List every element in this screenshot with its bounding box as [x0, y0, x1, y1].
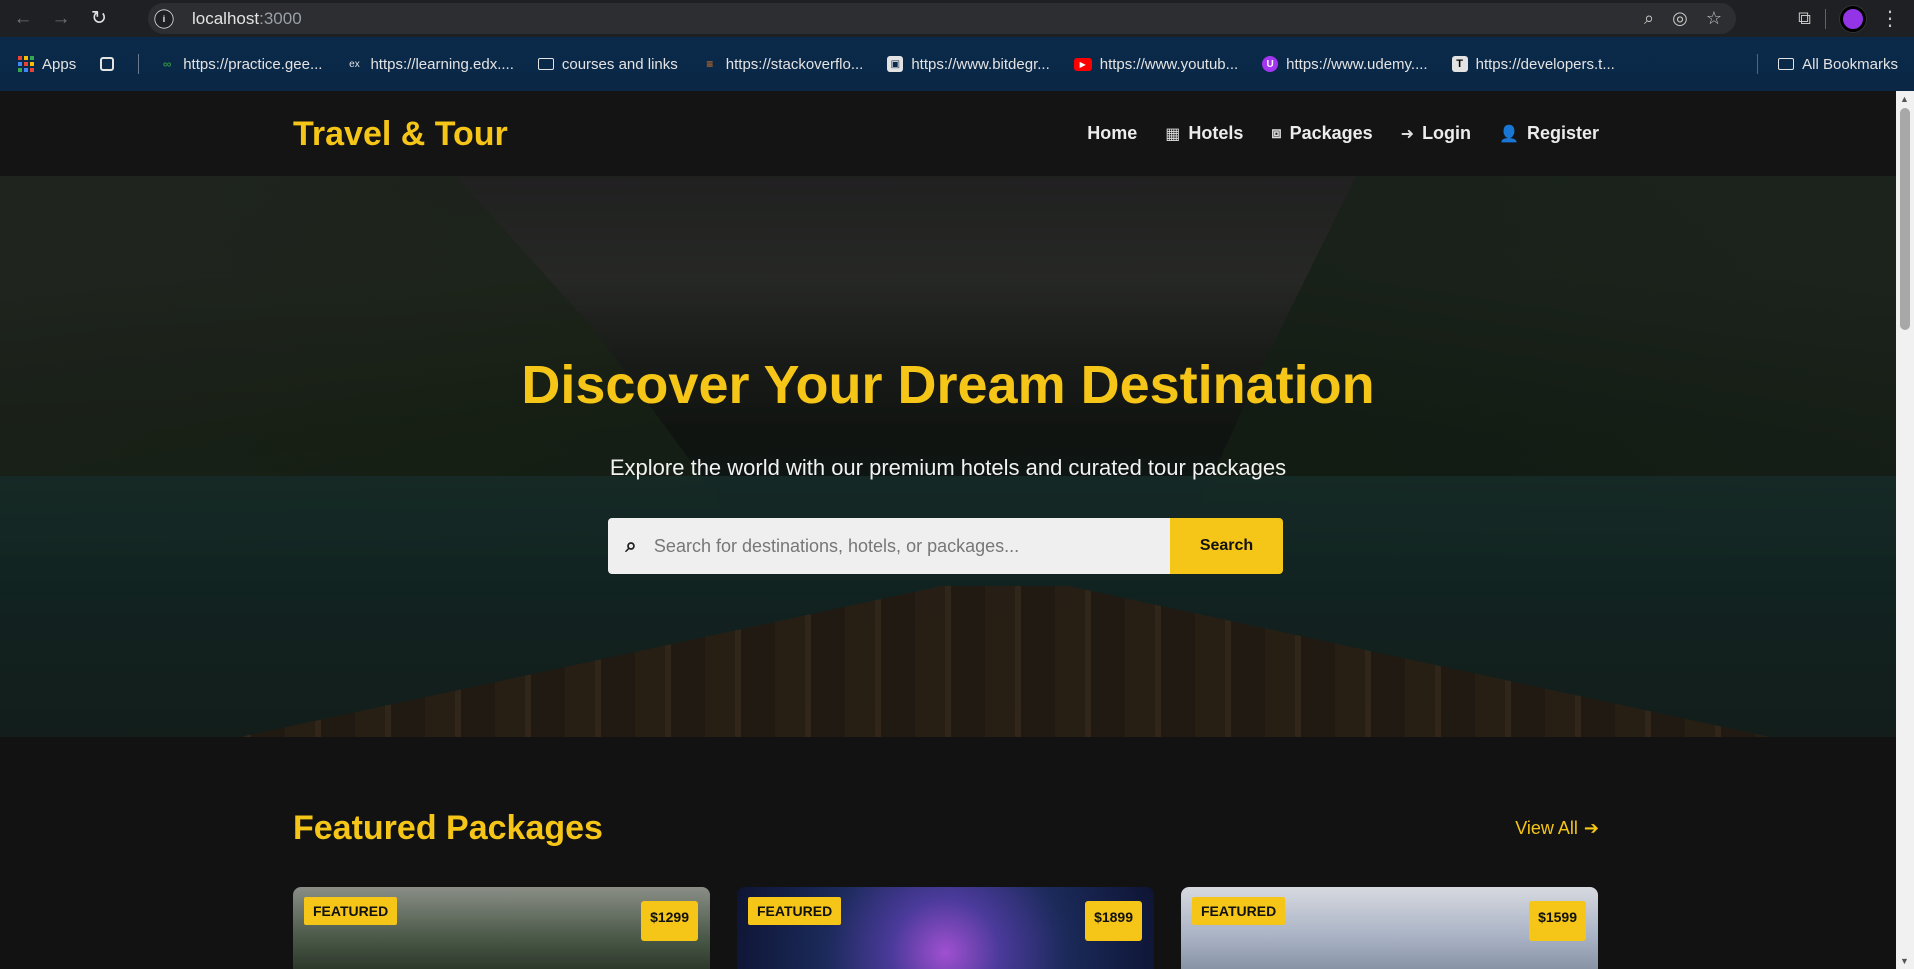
price-badge: $1599 — [1529, 901, 1586, 941]
featured-packages-section: Featured Packages View All ➔ FEATURED $12… — [0, 737, 1896, 969]
menu-icon[interactable]: ⋮ — [1880, 6, 1900, 31]
bookmark-geeksforgeeks[interactable]: ∞ https://practice.gee... — [159, 56, 323, 73]
price-badge: $1899 — [1085, 901, 1142, 941]
user-plus-icon: 👤 — [1499, 125, 1519, 143]
site-logo[interactable]: Travel & Tour — [293, 115, 508, 154]
eye-off-icon[interactable]: ◎ — [1672, 8, 1688, 29]
hero-section: Discover Your Dream Destination Explore … — [0, 176, 1896, 737]
stackoverflow-icon: ≡ — [706, 57, 714, 71]
hero-subtitle: Explore the world with our premium hotel… — [609, 455, 1287, 480]
page-scrollbar[interactable]: ▲ ▼ — [1896, 91, 1914, 969]
browser-toolbar: ← → ↻ i localhost:3000 ⌕ ◎ ☆ ⧉ ⋮ — [0, 0, 1914, 37]
section-title: Featured Packages — [293, 809, 603, 847]
back-button[interactable]: ← — [8, 4, 38, 34]
nav-register[interactable]: 👤 Register — [1499, 123, 1599, 144]
search-button[interactable]: Search — [1170, 518, 1283, 574]
bookmark-tab-groups[interactable] — [100, 57, 115, 71]
scroll-down-icon[interactable]: ▼ — [1900, 956, 1909, 966]
address-bar[interactable]: i localhost:3000 ⌕ ◎ ☆ — [148, 3, 1736, 34]
zoom-icon[interactable]: ⌕ — [1644, 8, 1654, 29]
package-card[interactable]: FEATURED $1899 — [737, 887, 1154, 969]
nav-login-label: Login — [1422, 123, 1472, 143]
nav-login[interactable]: ➜ Login — [1401, 123, 1471, 144]
featured-badge: FEATURED — [304, 897, 398, 925]
nav-hotels-label: Hotels — [1188, 123, 1244, 143]
package-card[interactable]: FEATURED $1599 — [1181, 887, 1598, 969]
tab-groups-icon — [100, 57, 115, 71]
nav-home[interactable]: Home — [1087, 123, 1137, 144]
hotel-icon: ▦ — [1165, 125, 1181, 143]
search-input[interactable] — [653, 535, 1170, 557]
udemy-icon: U — [1262, 56, 1279, 72]
bookmark-stackoverflow[interactable]: ≡ https://stackoverflo... — [702, 56, 863, 73]
hero-search-form: ⌕ Search — [608, 518, 1283, 574]
nav-packages[interactable]: ⧈ Packages — [1271, 123, 1372, 144]
bookmark-folder-courses[interactable]: courses and links — [537, 56, 678, 73]
bookmarks-divider — [138, 54, 140, 74]
nav-register-label: Register — [1526, 123, 1599, 143]
bitdegree-icon: ▣ — [887, 56, 904, 72]
featured-badge: FEATURED — [1192, 897, 1286, 925]
package-card[interactable]: FEATURED $1299 — [293, 887, 710, 969]
apps-icon — [18, 56, 34, 72]
nav-packages-label: Packages — [1289, 123, 1373, 143]
page-viewport: Travel & Tour Home ▦ Hotels ⧈ Packages ➜ Lo… — [0, 91, 1896, 969]
featured-badge: FEATURED — [748, 897, 842, 925]
folder-icon — [1778, 58, 1795, 70]
youtube-icon: ▶ — [1073, 57, 1092, 71]
bookmarks-bar: Apps ∞ https://practice.gee... ex https:… — [0, 37, 1914, 91]
profile-avatar[interactable] — [1840, 5, 1866, 32]
toolbar-divider — [1825, 8, 1826, 29]
bookmark-edx[interactable]: ex https://learning.edx.... — [346, 56, 514, 73]
nav-hotels[interactable]: ▦ Hotels — [1165, 123, 1243, 144]
geeksforgeeks-icon: ∞ — [162, 57, 172, 71]
search-icon: ⌕ — [625, 534, 637, 557]
price-badge: $1299 — [641, 901, 698, 941]
main-nav: Home ▦ Hotels ⧈ Packages ➜ Login 👤 Register — [1087, 91, 1599, 176]
suitcase-icon: ⧈ — [1271, 124, 1282, 142]
star-icon[interactable]: ☆ — [1706, 8, 1722, 29]
sign-in-icon: ➜ — [1400, 125, 1415, 143]
arrow-right-icon: ➔ — [1583, 818, 1599, 838]
bookmark-bitdegree[interactable]: ▣ https://www.bitdegr... — [887, 56, 1050, 73]
edx-icon: ex — [349, 58, 360, 70]
extensions-icon[interactable]: ⧉ — [1798, 8, 1811, 29]
site-header: Travel & Tour Home ▦ Hotels ⧈ Packages ➜ Lo… — [0, 91, 1896, 176]
site-info-icon[interactable]: i — [154, 8, 174, 29]
developers-icon: T — [1451, 56, 1468, 72]
folder-icon — [537, 58, 554, 70]
view-all-link[interactable]: View All ➔ — [1515, 818, 1599, 839]
url-text[interactable]: localhost:3000 — [192, 9, 302, 29]
scroll-up-icon[interactable]: ▲ — [1900, 94, 1909, 104]
forward-button[interactable]: → — [46, 4, 76, 34]
hero-title: Discover Your Dream Destination — [521, 355, 1375, 415]
reload-button[interactable]: ↻ — [84, 4, 114, 34]
bookmark-youtube[interactable]: ▶ https://www.youtub... — [1073, 56, 1238, 73]
scrollbar-thumb[interactable] — [1900, 108, 1910, 330]
all-bookmarks[interactable]: All Bookmarks — [1757, 37, 1898, 91]
bookmark-developers[interactable]: T https://developers.t... — [1451, 56, 1615, 73]
bookmark-apps[interactable]: Apps — [18, 56, 76, 73]
bookmark-udemy[interactable]: U https://www.udemy.... — [1262, 56, 1428, 73]
all-bookmarks-divider — [1757, 54, 1759, 74]
nav-home-label: Home — [1087, 123, 1138, 143]
